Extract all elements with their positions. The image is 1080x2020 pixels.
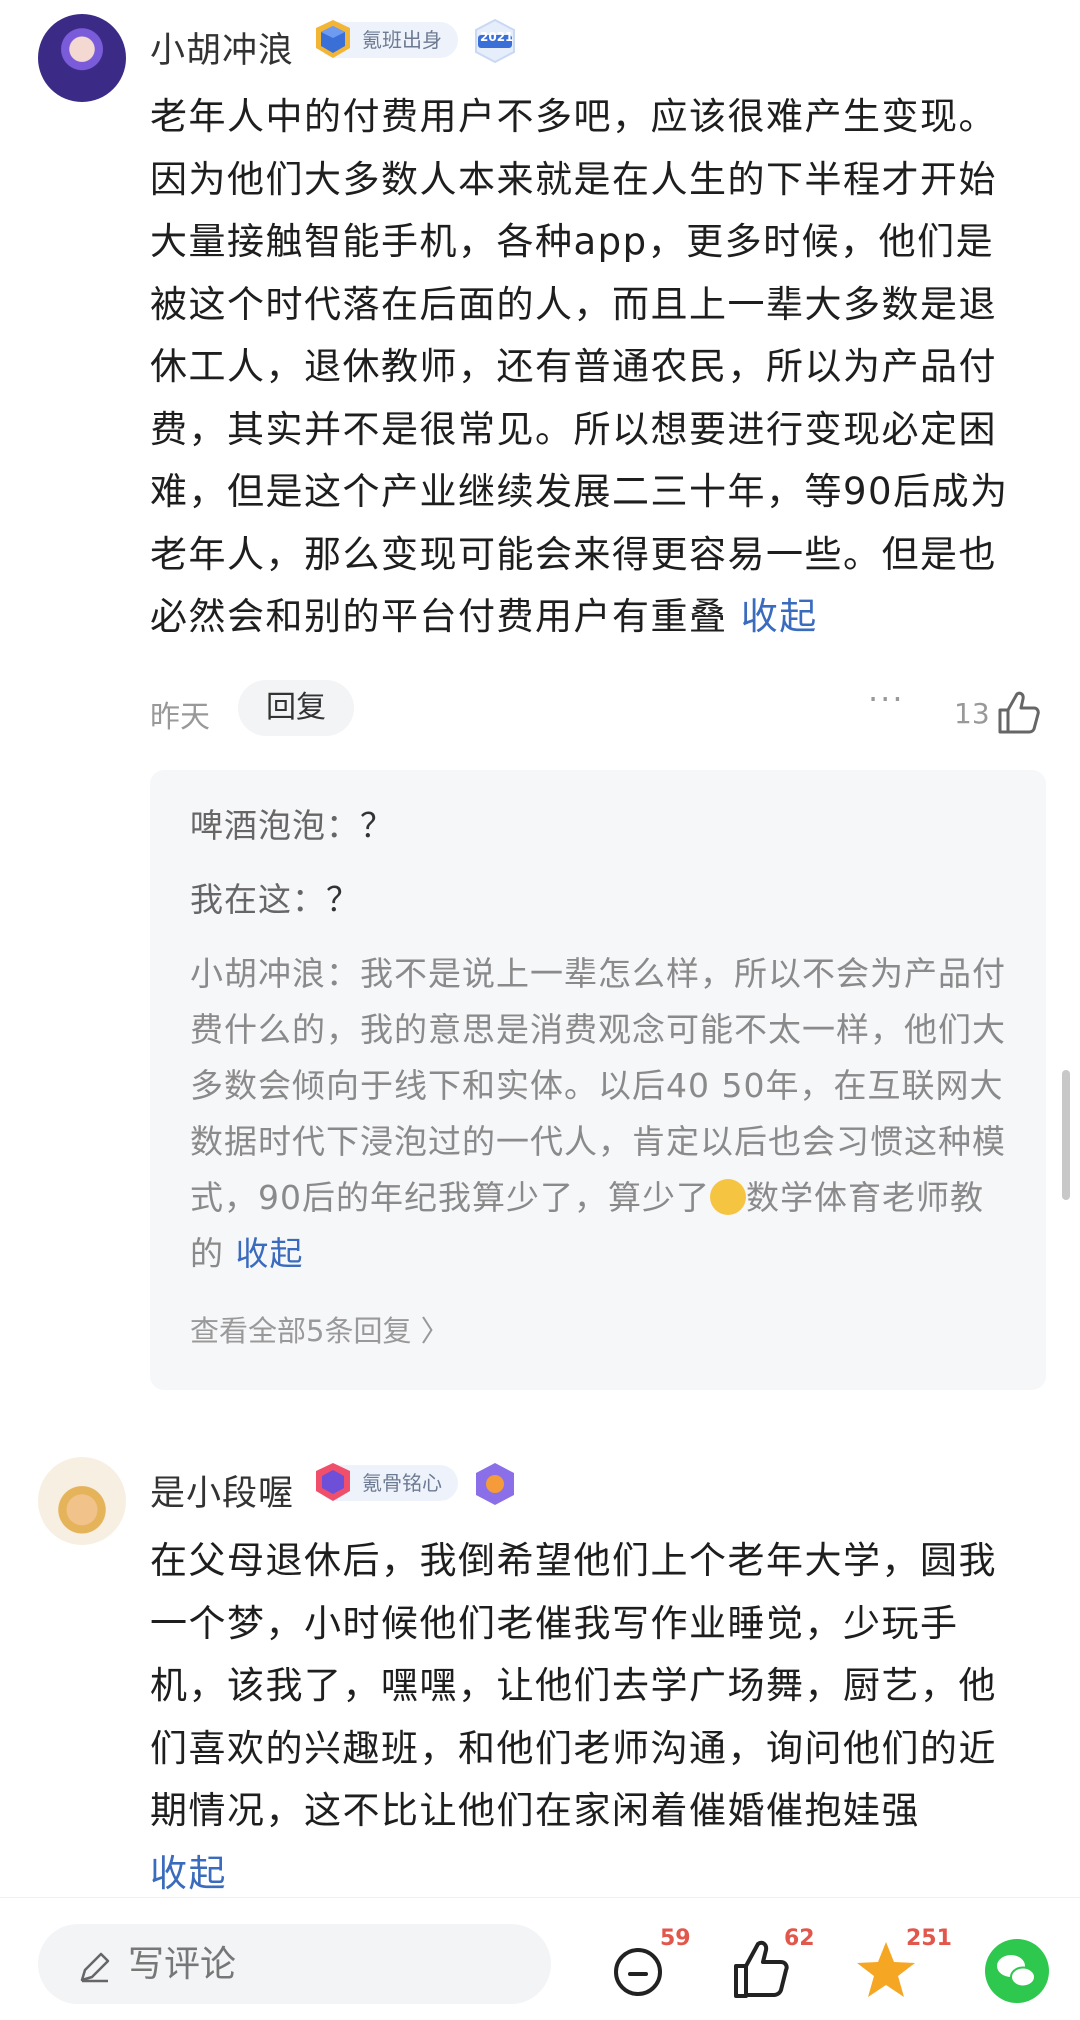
write-comment-input[interactable] <box>38 1924 551 2004</box>
comment-count: 59 <box>660 1926 691 1951</box>
comment-body: 在父母退休后，我倒希望他们上个老年大学，圆我一个梦，小时候他们老催我写作业睡觉，… <box>150 1539 997 1895</box>
avatar[interactable] <box>38 1457 126 1545</box>
user-badge[interactable]: 氪骨铭心 <box>316 1463 458 1501</box>
collapse-link[interactable]: 收起 <box>150 1852 227 1895</box>
badge-label: 氪骨铭心 <box>362 1471 442 1495</box>
username[interactable]: 是小段喔 <box>150 1465 294 1516</box>
comment-2: 是小段喔 氪骨铭心 在父母退休后，我倒希望他们上个老年大学，圆我一个梦，小时候他… <box>0 0 1080 1897</box>
pen-icon <box>80 1952 110 1983</box>
gem-icon <box>316 1463 350 1501</box>
favorite-count: 251 <box>906 1926 952 1951</box>
like-count: 62 <box>784 1926 815 1951</box>
bottom-action-bar: 59 62 251 <box>0 1897 1080 2020</box>
wechat-share-icon[interactable] <box>982 1936 1052 2006</box>
shield-badge-icon[interactable] <box>472 1461 518 1507</box>
